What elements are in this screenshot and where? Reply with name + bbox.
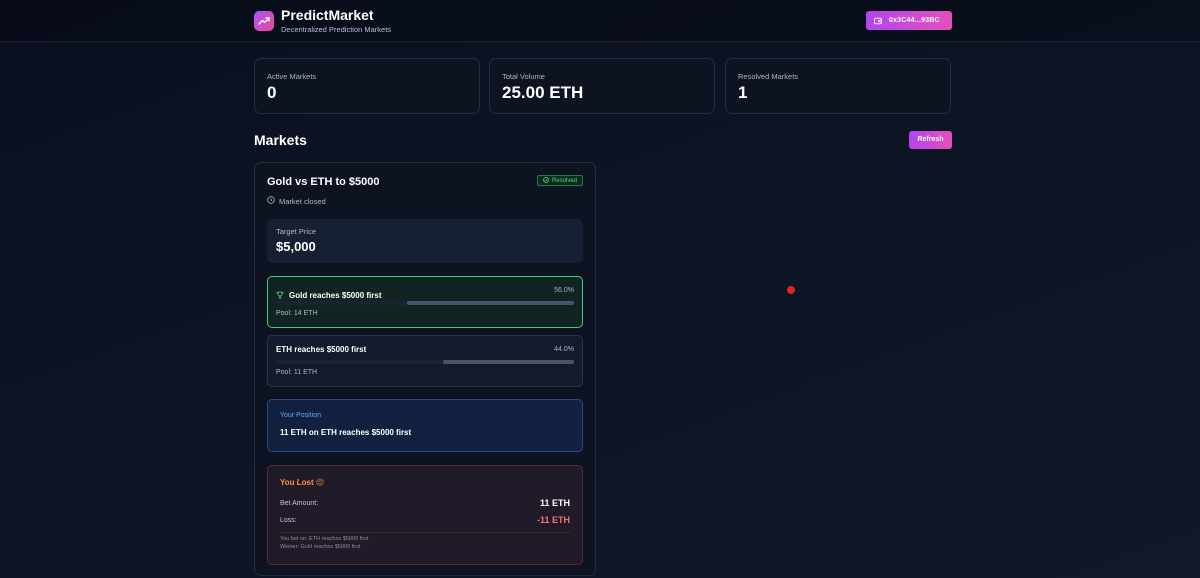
bet-amount-value: 11 ETH [539, 498, 570, 508]
stat-label: Total Volume [502, 72, 545, 81]
outcome-progress-fill [442, 360, 574, 364]
loss-row: Loss: -11 ETH [280, 515, 570, 525]
result-title: You Lost 😔 [280, 478, 325, 487]
bet-amount-row: Bet Amount: 11 ETH [280, 498, 570, 508]
markets-heading: Markets [254, 132, 307, 148]
market-status: Market closed [267, 196, 326, 206]
divider [280, 532, 570, 533]
outcome-progress-track [276, 301, 574, 305]
stat-label: Resolved Markets [738, 72, 799, 81]
status-badge-label: Resolved [551, 177, 577, 184]
position-text: 11 ETH on ETH reaches $5000 first [280, 428, 412, 437]
status-badge: Resolved [536, 175, 583, 186]
trending-up-icon [254, 11, 274, 31]
outcome-pool: Pool: 11 ETH [276, 369, 318, 376]
app-subtitle: Decentralized Prediction Markets [281, 25, 392, 34]
target-price-value: $5,000 [276, 239, 316, 254]
cursor-dot [787, 286, 795, 294]
app-title: PredictMarket [281, 7, 374, 23]
loss-value: -11 ETH [536, 515, 570, 525]
stat-card-resolved-markets: Resolved Markets 1 [725, 58, 951, 114]
stat-value: 0 [267, 83, 277, 102]
outcome-option-eth[interactable]: ETH reaches $5000 first 44.0% Pool: 11 E… [267, 335, 583, 387]
top-bar: PredictMarket Decentralized Prediction M… [0, 0, 1200, 42]
stat-card-total-volume: Total Volume 25.00 ETH [489, 58, 715, 114]
wallet-address: 0x3C44...93BC [889, 17, 940, 24]
target-price-label: Target Price [276, 227, 317, 236]
result-box: You Lost 😔 Bet Amount: 11 ETH Loss: -11 … [267, 465, 583, 565]
stat-label: Active Markets [267, 72, 317, 81]
outcome-percent: 56.0% [554, 287, 574, 294]
your-position-box: Your Position 11 ETH on ETH reaches $500… [267, 399, 583, 452]
outcome-option-gold[interactable]: Gold reaches $5000 first 56.0% Pool: 14 … [267, 276, 583, 328]
bet-note: You bet on: ETH reaches $5000 first [280, 536, 369, 542]
market-card: Gold vs ETH to $5000 Resolved Market clo… [254, 162, 596, 576]
position-label: Your Position [280, 412, 321, 419]
outcome-name: Gold reaches $5000 first [289, 290, 382, 300]
refresh-button[interactable]: Refresh [909, 131, 952, 149]
stat-card-active-markets: Active Markets 0 [254, 58, 480, 114]
wallet-icon [874, 12, 882, 30]
loss-label: Loss: [280, 516, 297, 524]
wallet-button[interactable]: 0x3C44...93BC [866, 11, 952, 30]
outcome-progress-fill [407, 301, 574, 305]
outcome-name: ETH reaches $5000 first [276, 345, 367, 354]
market-title: Gold vs ETH to $5000 [267, 176, 380, 188]
target-price-box: Target Price $5,000 [267, 219, 583, 263]
outcome-percent: 44.0% [554, 346, 574, 353]
market-closed-text: Market closed [279, 196, 326, 206]
stat-value: 1 [738, 83, 748, 102]
check-circle-icon [543, 176, 549, 185]
outcome-pool: Pool: 14 ETH [276, 310, 318, 317]
outcome-progress-track [276, 360, 574, 364]
stat-value: 25.00 ETH [502, 83, 584, 102]
winner-note: Winner: Gold reaches $5000 first [280, 544, 361, 550]
bet-amount-label: Bet Amount: [280, 499, 319, 507]
clock-icon [267, 196, 275, 206]
brand[interactable]: PredictMarket Decentralized Prediction M… [254, 8, 391, 34]
